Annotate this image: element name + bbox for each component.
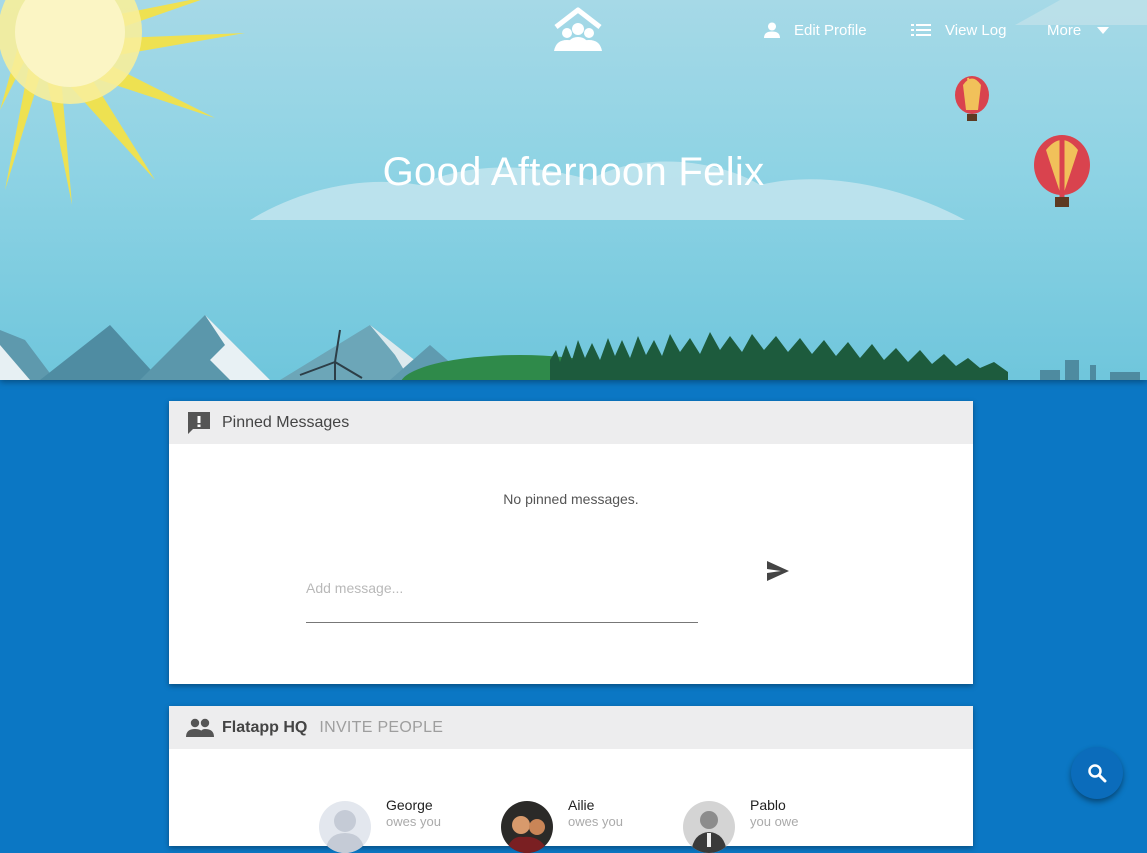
- member-debt-label: owes you: [386, 814, 441, 829]
- balloon-small: [955, 76, 989, 121]
- house-people-icon[interactable]: [552, 7, 604, 53]
- group-name: Flatapp HQ: [222, 718, 308, 736]
- member-debt-label: owes you: [568, 814, 623, 829]
- add-message-input[interactable]: [306, 549, 698, 623]
- member-name: Ailie: [568, 797, 595, 813]
- pinned-messages-header: Pinned Messages: [169, 401, 973, 444]
- view-log-link[interactable]: View Log: [911, 20, 1006, 40]
- caret-down-icon: [1097, 26, 1110, 34]
- send-icon[interactable]: [767, 561, 789, 581]
- member-card[interactable]: Pablo you owe: [683, 797, 823, 853]
- member-card[interactable]: Ailie owes you: [501, 797, 641, 853]
- group-card: Flatapp HQ INVITE PEOPLE George owes you…: [169, 706, 973, 853]
- message-alert-icon: [186, 409, 214, 437]
- more-label: More: [1047, 21, 1082, 39]
- member-card[interactable]: George owes you: [319, 797, 459, 853]
- pinned-messages-card: Pinned Messages No pinned messages.: [169, 401, 973, 684]
- search-fab-button[interactable]: [1071, 747, 1123, 799]
- more-menu-button[interactable]: More: [1047, 20, 1110, 40]
- list-icon: [911, 24, 931, 36]
- hero-banner: Edit Profile View Log More Good Afternoo…: [0, 0, 1147, 380]
- edit-profile-link[interactable]: Edit Profile: [764, 20, 867, 40]
- member-name: Pablo: [750, 797, 786, 813]
- people-icon: [186, 714, 214, 742]
- member-name: George: [386, 797, 433, 813]
- person-icon: [764, 22, 780, 38]
- no-pinned-messages-text: No pinned messages.: [503, 491, 639, 507]
- view-log-label: View Log: [945, 21, 1007, 39]
- search-icon: [1088, 764, 1107, 783]
- greeting-heading: Good Afternoon Felix: [382, 150, 765, 194]
- member-debt-label: you owe: [750, 814, 799, 829]
- avatar: [319, 801, 371, 853]
- group-header: Flatapp HQ INVITE PEOPLE: [169, 706, 973, 749]
- edit-profile-label: Edit Profile: [794, 21, 867, 39]
- invite-people-button[interactable]: INVITE PEOPLE: [319, 719, 443, 737]
- avatar: [683, 801, 735, 853]
- pinned-messages-title: Pinned Messages: [222, 413, 350, 431]
- avatar: [501, 801, 553, 853]
